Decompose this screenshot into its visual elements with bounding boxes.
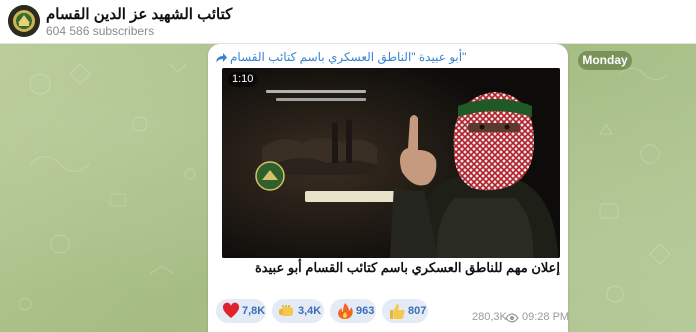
forwarded-from-text: أبو عبيدة "الناطق العسكري باسم كتائب الق… bbox=[230, 50, 467, 64]
channel-avatar[interactable] bbox=[8, 5, 40, 37]
message-meta: 280,3K 09:28 PM bbox=[472, 311, 569, 325]
reaction-count: 7,8K bbox=[242, 305, 266, 317]
message-caption: إعلان مهم للناطق العسكري باسم كتائب القس… bbox=[255, 260, 560, 275]
channel-logo-icon bbox=[8, 5, 40, 37]
view-count: 280,3K bbox=[472, 311, 507, 323]
video-player[interactable]: 1:10 bbox=[222, 68, 560, 258]
subscriber-count: 604 586 subscribers bbox=[46, 24, 155, 38]
forward-arrow-icon bbox=[216, 53, 227, 62]
day-separator-badge: Monday bbox=[578, 51, 632, 70]
channel-title: كتائب الشهيد عز الدين القسام bbox=[46, 6, 233, 23]
fire-icon bbox=[338, 303, 353, 319]
reaction-count: 3,4K bbox=[298, 305, 322, 317]
reaction-fire[interactable]: 963 bbox=[330, 299, 376, 323]
reaction-fist[interactable]: 3,4K bbox=[272, 299, 324, 323]
fist-icon bbox=[279, 305, 293, 316]
reaction-count: 807 bbox=[408, 305, 427, 317]
reaction-heart[interactable]: 7,8K bbox=[216, 299, 266, 323]
reaction-count: 963 bbox=[356, 305, 375, 317]
video-duration: 1:10 bbox=[228, 72, 258, 87]
eye-icon bbox=[505, 313, 519, 323]
heart-icon bbox=[222, 302, 240, 318]
video-thumbnail bbox=[222, 68, 560, 258]
thumbs-up-icon bbox=[390, 304, 405, 319]
forwarded-from-link[interactable]: أبو عبيدة "الناطق العسكري باسم كتائب الق… bbox=[214, 50, 562, 66]
reaction-thumbs-up[interactable]: 807 bbox=[382, 299, 428, 323]
message-time: 09:28 PM bbox=[522, 311, 570, 323]
chat-header[interactable]: كتائب الشهيد عز الدين القسام 604 586 sub… bbox=[0, 0, 696, 44]
